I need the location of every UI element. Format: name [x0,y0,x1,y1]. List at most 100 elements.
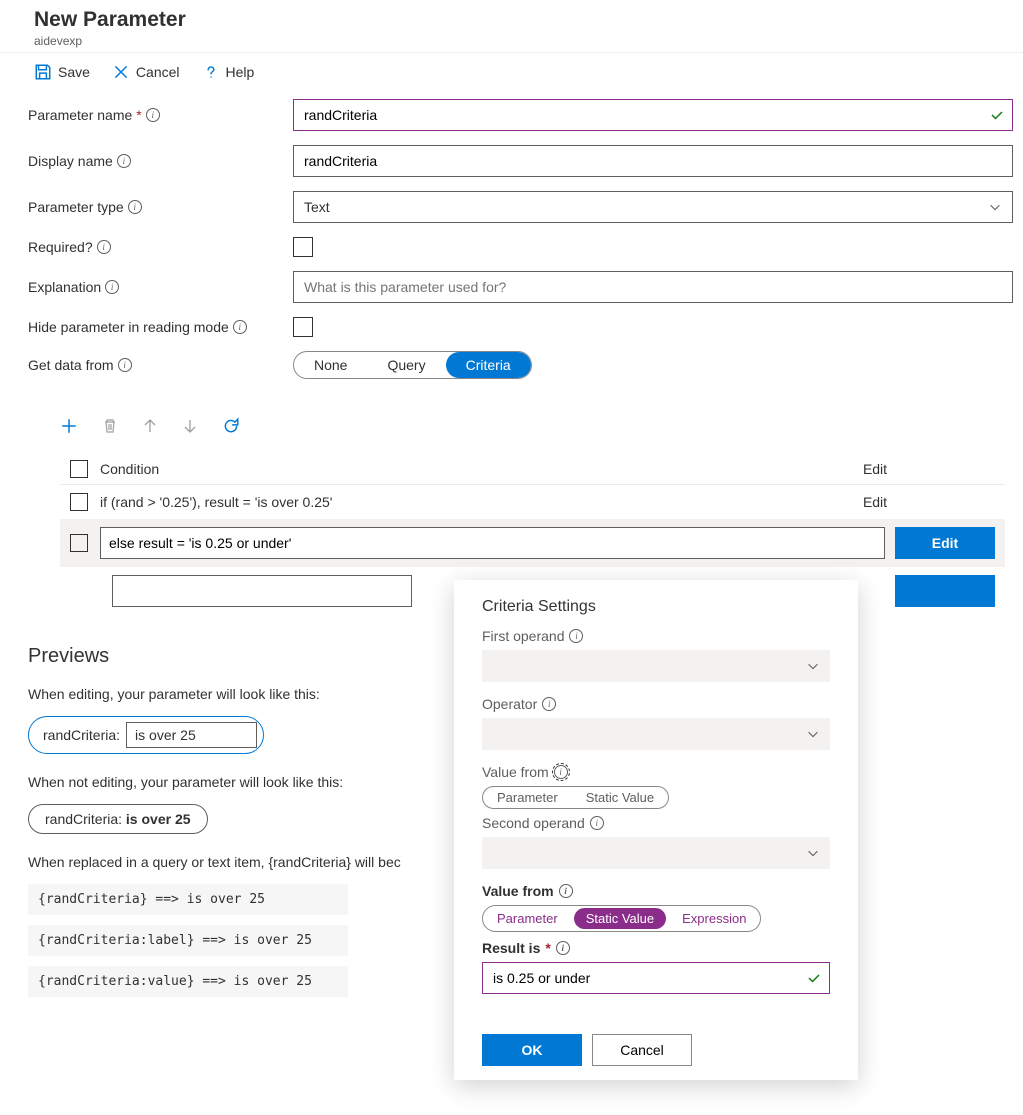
condition-text: if (rand > '0.25'), result = 'is over 0.… [100,494,755,510]
seg-parameter[interactable]: Parameter [485,908,570,929]
criteria-toolbar [60,409,1005,454]
help-icon [202,63,220,81]
ok-button[interactable]: OK [482,1034,582,1066]
operator-select[interactable] [482,718,830,750]
info-icon[interactable]: i [559,884,573,898]
required-asterisk: * [545,940,550,956]
param-type-select[interactable]: Text [293,191,1013,223]
criteria-header-row: Condition Edit [60,454,1005,485]
chevron-down-icon [806,659,820,673]
explanation-input[interactable] [293,271,1013,303]
move-up-icon[interactable] [142,417,158,438]
second-operand-select[interactable] [482,837,830,869]
seg-parameter[interactable]: Parameter [483,787,572,808]
param-name-label: Parameter name * i [28,107,293,123]
info-icon[interactable]: i [117,154,131,168]
cancel-button[interactable]: Cancel [112,63,180,81]
criteria-row: if (rand > '0.25'), result = 'is over 0.… [60,485,1005,519]
display-name-label: Display name i [28,153,293,169]
criteria-settings-popover: Criteria Settings First operandi Operato… [454,580,858,1080]
get-data-label: Get data from i [28,357,293,373]
cancel-button[interactable]: Cancel [592,1034,692,1066]
required-label: Required? i [28,239,293,255]
chevron-down-icon [806,846,820,860]
code-preview: {randCriteria:value} ==> is over 25 [28,966,348,997]
value-from-label-1: Value fromi [482,764,830,780]
first-operand-label: First operandi [482,628,830,644]
preview-reading: randCriteria: is over 25 [28,804,208,834]
edit-button[interactable]: Edit [895,527,995,559]
criteria-row: Edit [60,519,1005,567]
edit-link[interactable]: Edit [755,494,995,510]
seg-expression[interactable]: Expression [670,908,758,929]
form: Parameter name * i Display name i Parame… [0,91,1023,401]
param-name-input[interactable] [293,99,1013,131]
second-operand-label: Second operandi [482,815,830,831]
save-button[interactable]: Save [34,63,90,81]
required-checkbox[interactable] [293,237,313,257]
explanation-label: Explanation i [28,279,293,295]
hide-param-label: Hide parameter in reading mode i [28,319,293,335]
seg-criteria[interactable]: Criteria [446,352,531,378]
save-icon [34,63,52,81]
info-icon[interactable]: i [146,108,160,122]
new-edit-button[interactable] [895,575,995,607]
seg-static-value[interactable]: Static Value [574,908,666,929]
info-icon[interactable]: i [118,358,132,372]
chevron-down-icon [988,200,1002,214]
col-condition: Condition [100,461,755,477]
cancel-label: Cancel [136,64,180,80]
info-icon[interactable]: i [569,629,583,643]
info-icon[interactable]: i [233,320,247,334]
help-button[interactable]: Help [202,63,255,81]
get-data-segment: None Query Criteria [293,351,532,379]
info-icon[interactable]: i [590,816,604,830]
popover-actions: OK Cancel [482,1034,830,1066]
chevron-down-icon [806,727,820,741]
condition-input[interactable] [100,527,885,559]
row-checkbox[interactable] [70,493,88,511]
row-checkbox[interactable] [70,534,88,552]
result-is-input[interactable] [482,962,830,994]
value-from-segment-2: Parameter Static Value Expression [482,905,761,932]
move-down-icon[interactable] [182,417,198,438]
preview-edit-input[interactable]: is over 25 [126,722,257,748]
operator-label: Operatori [482,696,830,712]
new-condition-input[interactable] [112,575,412,607]
hide-param-checkbox[interactable] [293,317,313,337]
first-operand-select[interactable] [482,650,830,682]
param-type-label: Parameter type i [28,199,293,215]
page-header: New Parameter aidevexp [0,0,1023,53]
check-icon [989,107,1005,123]
display-name-input[interactable] [293,145,1013,177]
seg-static-value[interactable]: Static Value [572,787,668,808]
required-asterisk: * [136,107,141,123]
delete-icon[interactable] [102,417,118,438]
value-from-segment-1: Parameter Static Value [482,786,669,809]
info-icon[interactable]: i [554,765,568,779]
help-label: Help [226,64,255,80]
popover-title: Criteria Settings [482,598,830,616]
breadcrumb: aidevexp [34,34,1023,48]
seg-none[interactable]: None [294,352,367,378]
select-all-checkbox[interactable] [70,460,88,478]
close-icon [112,63,130,81]
info-icon[interactable]: i [128,200,142,214]
col-edit: Edit [755,461,995,477]
command-bar: Save Cancel Help [0,53,1023,91]
result-is-label: Result is*i [482,940,830,956]
code-preview: {randCriteria} ==> is over 25 [28,884,348,915]
value-from-label-2: Value fromi [482,883,830,899]
info-icon[interactable]: i [97,240,111,254]
seg-query[interactable]: Query [367,352,445,378]
refresh-icon[interactable] [222,417,240,438]
info-icon[interactable]: i [556,941,570,955]
info-icon[interactable]: i [542,697,556,711]
add-icon[interactable] [60,417,78,438]
check-icon [806,970,822,986]
code-preview: {randCriteria:label} ==> is over 25 [28,925,348,956]
preview-editing: randCriteria: is over 25 [28,716,264,754]
page-title: New Parameter [34,8,1023,32]
info-icon[interactable]: i [105,280,119,294]
save-label: Save [58,64,90,80]
